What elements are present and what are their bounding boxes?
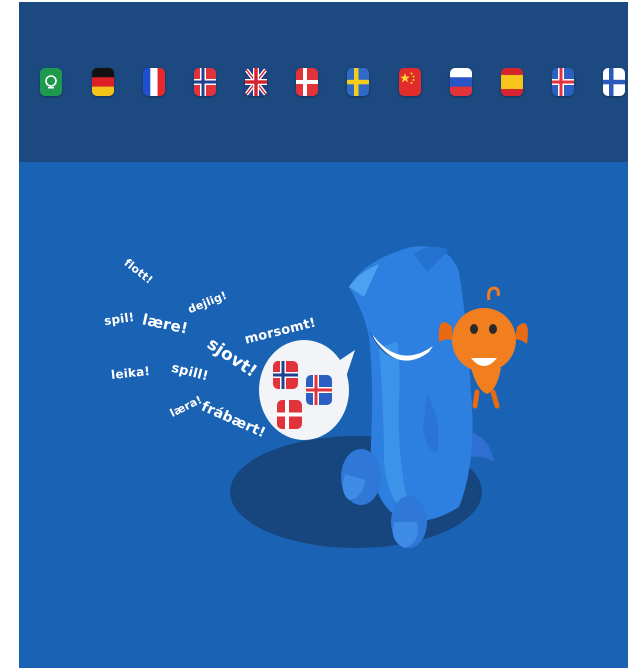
arabic-flag-icon[interactable] xyxy=(40,68,62,96)
hero-illustration: flott! spil! lære! dejlig! morsomt! sjov… xyxy=(19,162,628,668)
iceland-flag-icon[interactable] xyxy=(552,68,574,96)
norway-flag-icon[interactable] xyxy=(194,68,216,96)
uk-flag-icon[interactable] xyxy=(245,68,267,96)
bubble-iceland-flag-icon xyxy=(306,375,332,405)
finland-flag-icon[interactable] xyxy=(603,68,625,96)
russia-flag-icon[interactable] xyxy=(450,68,472,96)
france-flag-icon[interactable] xyxy=(143,68,165,96)
germany-flag-icon[interactable] xyxy=(92,68,114,96)
bubble-norway-flag-icon xyxy=(273,361,298,389)
language-flags-bar xyxy=(19,2,628,162)
app-frame: flott! spil! lære! dejlig! morsomt! sjov… xyxy=(19,2,628,668)
hero-artwork xyxy=(230,246,528,548)
china-flag-icon[interactable] xyxy=(399,68,421,96)
denmark-flag-icon[interactable] xyxy=(296,68,318,96)
speech-bubble xyxy=(259,340,355,440)
spain-flag-icon[interactable] xyxy=(501,68,523,96)
sweden-flag-icon[interactable] xyxy=(347,68,369,96)
flag-list xyxy=(19,68,628,100)
bubble-denmark-flag-icon xyxy=(277,400,302,429)
